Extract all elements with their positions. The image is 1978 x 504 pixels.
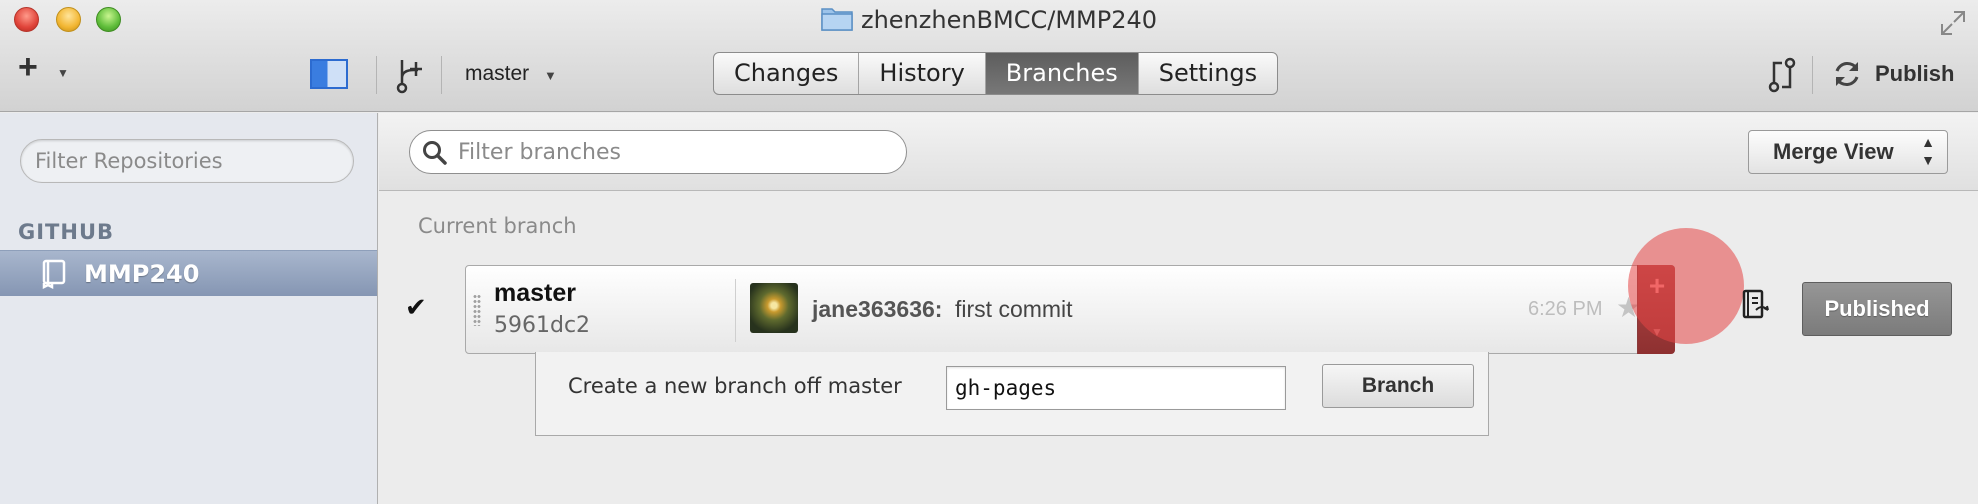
new-branch-panel: Create a new branch off master Branch (535, 352, 1489, 436)
window-title: zhenzhenBMCC/MMP240 (860, 6, 1158, 34)
folder-icon (821, 5, 853, 37)
sidebar: GITHUB MMP240 (0, 113, 378, 504)
chevron-down-icon[interactable]: ▼ (57, 66, 69, 80)
tab-changes[interactable]: Changes (714, 53, 860, 94)
tab-branches[interactable]: Branches (985, 53, 1139, 94)
commit-sha: 5961dc2 (494, 313, 591, 338)
tab-settings[interactable]: Settings (1139, 53, 1277, 94)
new-branch-name-input[interactable] (946, 366, 1286, 410)
published-button[interactable]: Published (1802, 282, 1952, 336)
merge-view-button[interactable]: Merge View ▲ ▼ (1748, 130, 1948, 174)
sidebar-section-header: GITHUB (18, 220, 115, 244)
branches-view: Current branch ✔ master 5961dc2 jane3636… (379, 192, 1978, 504)
section-title: Current branch (418, 214, 577, 238)
tab-history[interactable]: History (859, 53, 986, 94)
commit-time: 6:26 PM (1528, 298, 1603, 320)
sync-icon[interactable] (1831, 58, 1863, 95)
publish-button[interactable]: Publish (1875, 61, 1954, 87)
window-title-group: zhenzhenBMCC/MMP240 (0, 5, 1978, 37)
toolbar-divider (441, 56, 442, 94)
caret-down-icon[interactable]: ▼ (1638, 325, 1676, 339)
branch-switcher[interactable]: master (465, 62, 529, 86)
avatar (750, 283, 798, 333)
branch-filter-bar: Merge View ▲▼ (379, 113, 1978, 191)
create-branch-button[interactable]: Branch (1322, 364, 1474, 408)
window-titlebar: zhenzhenBMCC/MMP240 + ▼ master ▼ Changes… (0, 0, 1978, 112)
toolbar-divider (1812, 56, 1813, 94)
filter-repositories-input[interactable] (20, 139, 354, 183)
branch-name: master (494, 279, 576, 307)
repo-name: MMP240 (84, 260, 200, 288)
sidebar-toggle-icon[interactable] (310, 59, 348, 89)
branch-icon[interactable] (394, 56, 426, 99)
card-divider (735, 279, 736, 342)
branch-action-column: + ▼ (1637, 265, 1675, 354)
new-branch-label: Create a new branch off master (568, 374, 902, 398)
merge-view-label: Merge View (1773, 139, 1894, 164)
view-tabs: Changes History Branches Settings (713, 52, 1279, 95)
sidebar-item-mmp240[interactable]: MMP240 (0, 250, 377, 296)
search-icon (422, 140, 448, 171)
add-branch-icon[interactable]: + (1638, 270, 1676, 302)
commit-message: first commit (955, 296, 1073, 322)
fullscreen-icon[interactable] (1940, 10, 1966, 41)
branch-search-box[interactable] (409, 130, 907, 174)
notes-icon[interactable] (1740, 288, 1770, 327)
drag-handle-icon[interactable] (473, 294, 481, 326)
current-branch-card[interactable]: master 5961dc2 jane363636: first commit … (465, 265, 1675, 354)
plus-icon[interactable]: + (18, 50, 38, 84)
repo-book-icon (40, 259, 68, 294)
toolbar-divider (376, 56, 377, 94)
filter-branches-input[interactable] (458, 131, 898, 173)
updown-arrows-icon: ▲ ▼ (1921, 134, 1935, 168)
checkmark-icon: ✔ (405, 292, 427, 322)
compare-icon[interactable] (1768, 57, 1796, 98)
chevron-down-icon[interactable]: ▼ (544, 68, 557, 83)
commit-author: jane363636: (812, 296, 943, 322)
